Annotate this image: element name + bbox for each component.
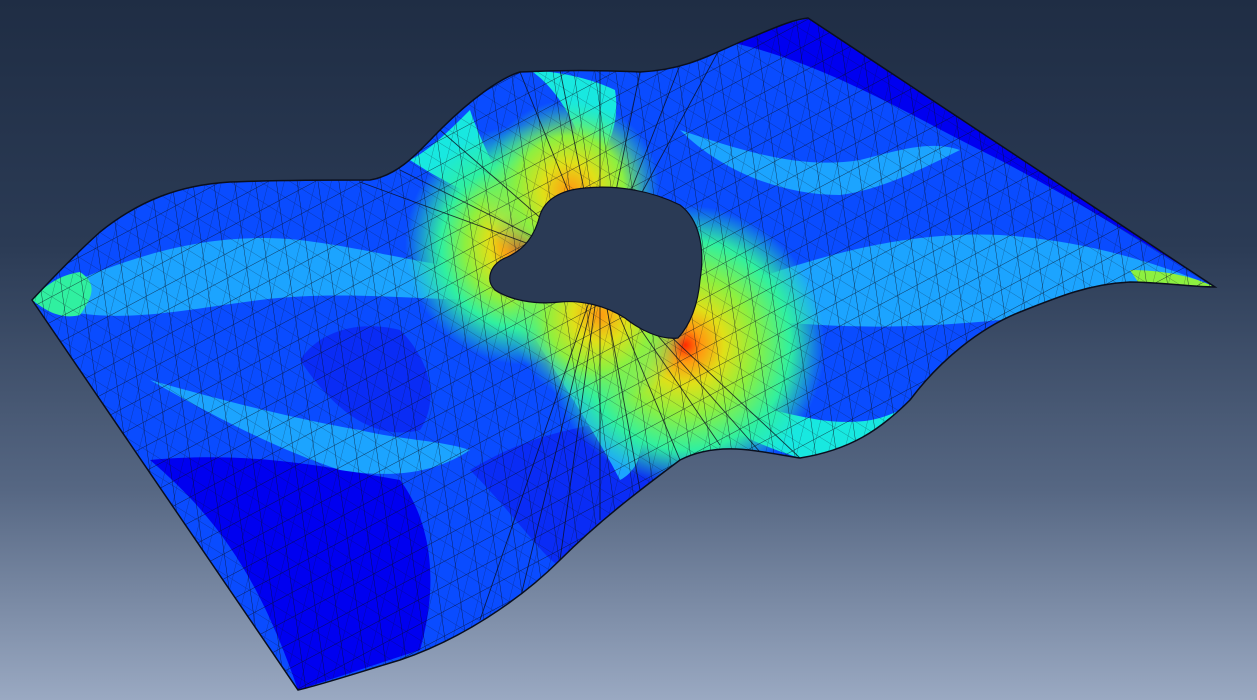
fea-contour-plot[interactable] — [0, 0, 1257, 700]
plate-surface — [32, 18, 1215, 690]
graphics-viewport[interactable] — [0, 0, 1257, 700]
